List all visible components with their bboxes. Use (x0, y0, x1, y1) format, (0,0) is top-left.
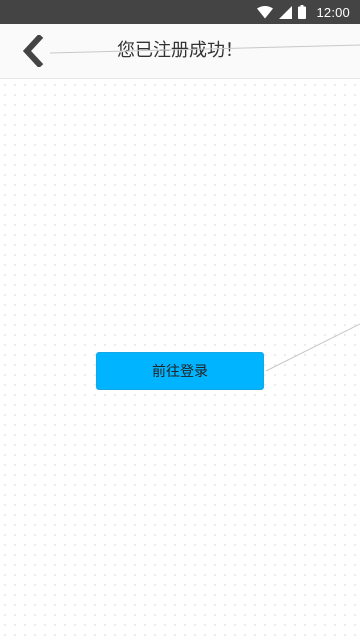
wifi-icon (257, 5, 274, 19)
go-to-login-button[interactable]: 前往登录 (96, 352, 264, 390)
status-bar: 12:00 (0, 0, 360, 24)
button-connector-line (265, 323, 360, 372)
chevron-left-icon (22, 35, 44, 67)
back-button[interactable] (16, 34, 50, 68)
status-time: 12:00 (316, 4, 350, 20)
cellular-signal-icon (279, 5, 293, 19)
header-bar: 您已注册成功！ (0, 24, 360, 79)
connector-lines (49, 44, 360, 372)
page-title: 您已注册成功！ (117, 40, 243, 61)
app-screen: 12:00 您已注册成功！ 前往登录 (0, 0, 360, 642)
battery-icon (298, 5, 307, 19)
